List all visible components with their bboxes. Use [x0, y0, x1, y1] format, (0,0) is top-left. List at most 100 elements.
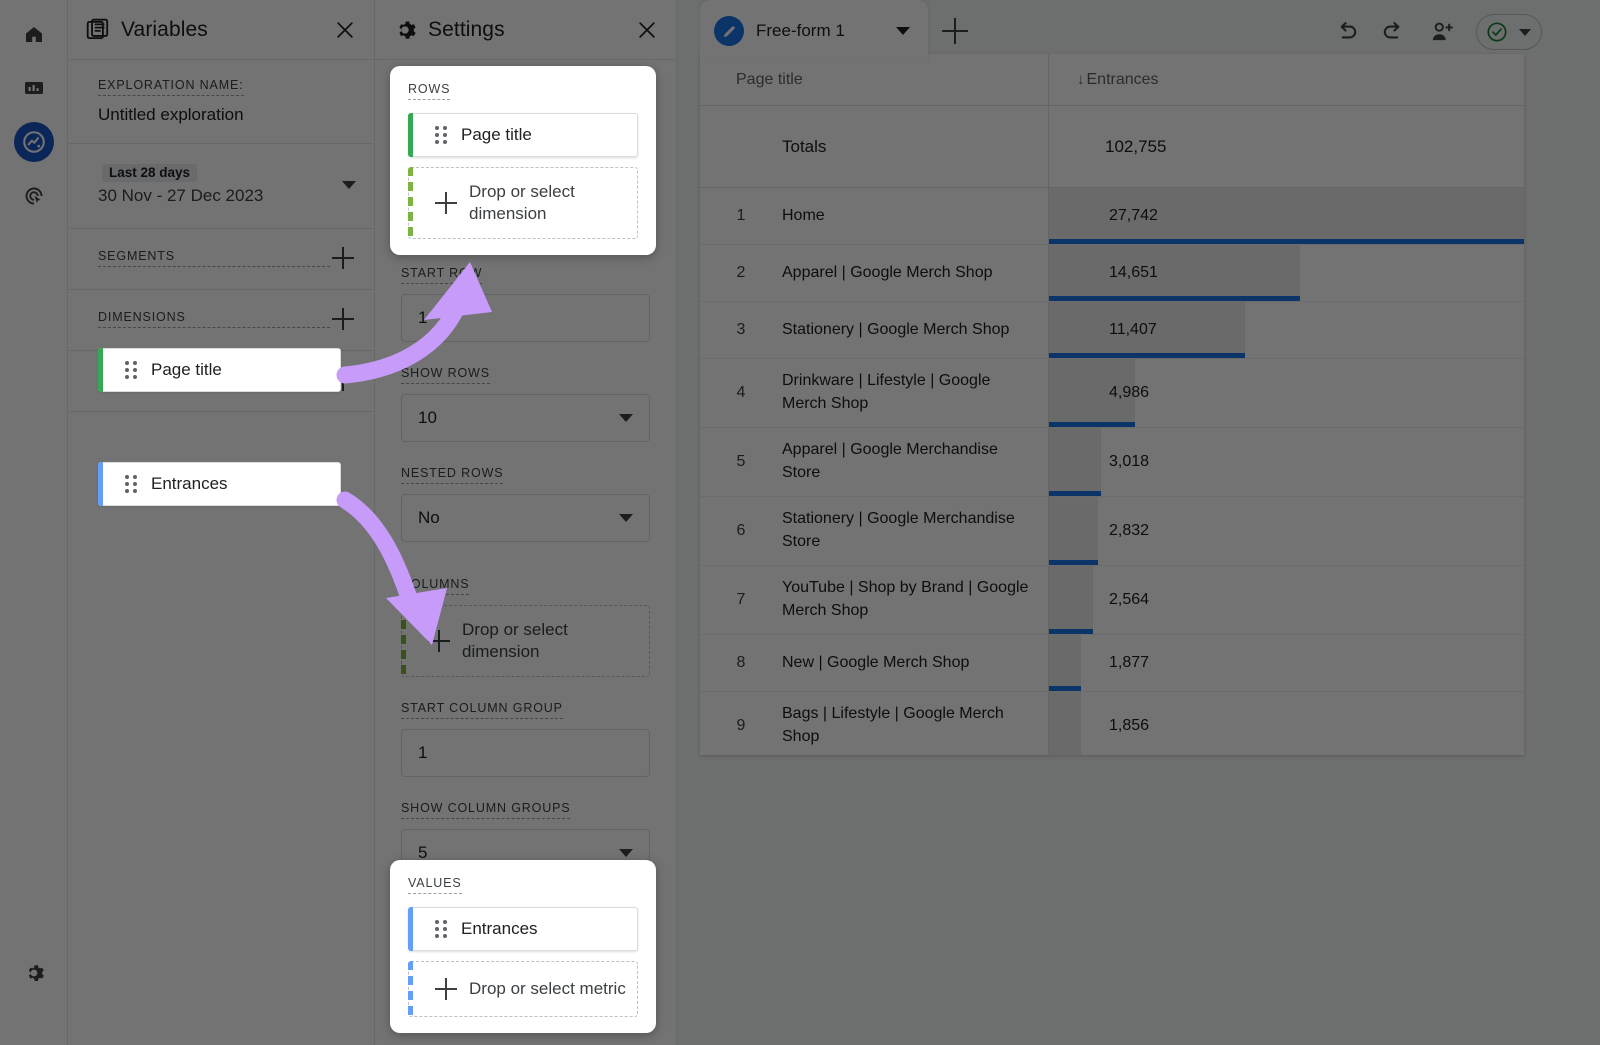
settings-panel-header: Settings	[375, 0, 676, 60]
row-page-title[interactable]: Apparel | Google Merch Shop	[782, 245, 1048, 301]
segments-header: SEGMENTS	[98, 245, 356, 271]
chevron-down-icon[interactable]	[1519, 29, 1531, 36]
row-rank: 4	[700, 359, 782, 427]
chevron-down-icon[interactable]	[619, 849, 633, 857]
home-icon[interactable]	[14, 14, 54, 54]
table-row[interactable]: 5Apparel | Google Merchandise Store3,018	[700, 428, 1524, 497]
table-row[interactable]: 1Home27,742	[700, 188, 1524, 245]
values-section-spotlight: VALUES Entrances Drop or select metric	[390, 860, 656, 1033]
row-bar-fill	[1049, 422, 1135, 427]
start-column-group-value: 1	[418, 743, 633, 763]
gear-icon[interactable]	[14, 953, 54, 993]
columns-dropzone[interactable]: Drop or select dimension	[401, 605, 650, 677]
plus-icon	[428, 630, 450, 652]
table-row[interactable]: 3Stationery | Google Merch Shop11,407	[700, 302, 1524, 359]
row-bar-track	[1049, 497, 1098, 561]
table-row[interactable]: 6Stationery | Google Merchandise Store2,…	[700, 497, 1524, 566]
drag-handle-icon[interactable]	[125, 361, 139, 379]
drag-handle-icon[interactable]	[435, 920, 449, 938]
exploration-name-value[interactable]: Untitled exploration	[98, 105, 356, 125]
close-icon[interactable]	[634, 17, 660, 43]
row-page-title[interactable]: New | Google Merch Shop	[782, 635, 1048, 691]
workspace-toolbar	[1332, 12, 1542, 52]
metric-chip[interactable]: Entrances	[98, 462, 341, 506]
row-metric-cell: 2,832	[1048, 497, 1524, 565]
ga4-exploration-screen: Variables EXPLORATION NAME: Untitled exp…	[0, 0, 1600, 1045]
row-page-title[interactable]: Stationery | Google Merch Shop	[782, 302, 1048, 358]
start-column-group-input[interactable]: 1	[401, 729, 650, 777]
reports-icon[interactable]	[14, 68, 54, 108]
nested-rows-value: No	[418, 508, 619, 528]
values-label: VALUES	[408, 876, 462, 894]
row-page-title[interactable]: YouTube | Shop by Brand | Google Merch S…	[782, 566, 1048, 634]
values-chip-entrances[interactable]: Entrances	[408, 907, 638, 951]
chevron-down-icon[interactable]	[619, 514, 633, 522]
row-metric-cell: 4,986	[1048, 359, 1524, 427]
add-segment-button[interactable]	[330, 245, 356, 271]
dimension-chip[interactable]: Page title	[98, 348, 341, 392]
row-bar-fill	[1049, 629, 1093, 634]
row-metric-cell: 2,564	[1048, 566, 1524, 634]
rows-chip-page-title[interactable]: Page title	[408, 113, 638, 157]
table-row[interactable]: 2Apparel | Google Merch Shop14,651	[700, 245, 1524, 302]
close-icon[interactable]	[332, 17, 358, 43]
table-row[interactable]: 8New | Google Merch Shop1,877	[700, 635, 1524, 692]
row-bar-track	[1049, 428, 1101, 492]
row-metric-value: 1,856	[1109, 717, 1149, 735]
row-page-title[interactable]: Bags | Lifestyle | Google Merch Shop	[782, 692, 1048, 755]
drag-handle-icon[interactable]	[435, 126, 449, 144]
row-page-title[interactable]: Stationery | Google Merchandise Store	[782, 497, 1048, 565]
start-row-field: START ROW 1	[375, 264, 676, 342]
column-header-page-title[interactable]: Page title	[700, 71, 1048, 89]
advertising-icon[interactable]	[14, 176, 54, 216]
metric-chip-entrances-spotlight[interactable]: Entrances	[98, 462, 344, 506]
nested-rows-select[interactable]: No	[401, 494, 650, 542]
start-row-label: START ROW	[401, 266, 482, 284]
variables-icon	[85, 17, 111, 43]
plus-icon	[435, 978, 457, 1000]
values-chip-label: Entrances	[461, 919, 538, 939]
add-dimension-button[interactable]	[330, 306, 356, 332]
share-add-person-icon[interactable]	[1428, 18, 1456, 46]
dimension-chip-page-title-spotlight[interactable]: Page title	[98, 348, 344, 392]
chevron-down-icon[interactable]	[342, 181, 356, 189]
table-row[interactable]: 9Bags | Lifestyle | Google Merch Shop1,8…	[700, 692, 1524, 755]
date-range-selector[interactable]: Last 28 days 30 Nov - 27 Dec 2023	[68, 144, 374, 229]
row-bar-track	[1049, 635, 1081, 687]
add-tab-button[interactable]	[928, 0, 982, 62]
plus-icon	[435, 192, 457, 214]
drag-handle-icon[interactable]	[125, 475, 139, 493]
row-rank: 7	[700, 566, 782, 634]
nested-rows-field: NESTED ROWS No	[375, 464, 676, 542]
gear-icon	[392, 17, 418, 43]
values-dropzone[interactable]: Drop or select metric	[408, 961, 638, 1017]
row-rank: 1	[700, 188, 782, 244]
row-page-title[interactable]: Apparel | Google Merchandise Store	[782, 428, 1048, 496]
undo-icon[interactable]	[1332, 18, 1360, 46]
start-row-input[interactable]: 1	[401, 294, 650, 342]
date-range-text: Last 28 days 30 Nov - 27 Dec 2023	[98, 164, 342, 206]
tab-label: Free-form 1	[756, 21, 896, 41]
table-row[interactable]: 4Drinkware | Lifestyle | Google Merch Sh…	[700, 359, 1524, 428]
row-page-title[interactable]: Drinkware | Lifestyle | Google Merch Sho…	[782, 359, 1048, 427]
date-range-dates: 30 Nov - 27 Dec 2023	[98, 186, 342, 206]
chevron-down-icon[interactable]	[896, 27, 910, 35]
explore-icon[interactable]	[14, 122, 54, 162]
columns-field: COLUMNS Drop or select dimension	[375, 575, 676, 677]
row-metric-value: 1,877	[1109, 654, 1149, 672]
row-bar-track	[1049, 566, 1093, 630]
show-rows-label: SHOW ROWS	[401, 366, 490, 384]
show-rows-select[interactable]: 10	[401, 394, 650, 442]
totals-value: 102,755	[1048, 106, 1524, 188]
tab-free-form-1[interactable]: Free-form 1	[700, 0, 928, 62]
redo-icon[interactable]	[1380, 18, 1408, 46]
rows-dropzone[interactable]: Drop or select dimension	[408, 167, 638, 239]
status-badge[interactable]	[1476, 14, 1542, 50]
chevron-down-icon[interactable]	[619, 414, 633, 422]
table-row[interactable]: 7YouTube | Shop by Brand | Google Merch …	[700, 566, 1524, 635]
dimensions-header: DIMENSIONS	[98, 306, 356, 332]
left-nav-rail	[0, 0, 68, 1045]
row-page-title[interactable]: Home	[782, 188, 1048, 244]
dimension-chip-label: Page title	[151, 360, 222, 380]
row-bar-fill	[1049, 296, 1300, 301]
